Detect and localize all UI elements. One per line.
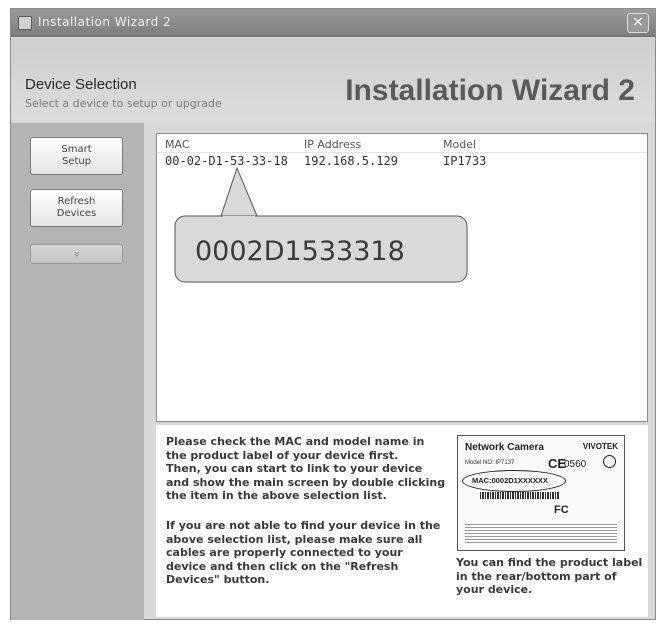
device-list[interactable]: MAC IP Address Model 00-02-D1-53-33-18 1… [156,133,648,422]
label-brand: VIVOTEK [582,442,618,451]
sidebar: Smart Setup Refresh Devices » [11,123,144,620]
refresh-devices-button[interactable]: Refresh Devices [30,189,123,227]
mac-callout: 0002D1533318 [174,166,468,283]
info-panel: Please check the MAC and model name in t… [156,425,648,617]
section-title: Device Selection [25,76,137,93]
callout-mac-text: 0002D1533318 [195,236,405,267]
section-subtitle: Select a device to setup or upgrade [25,97,222,110]
refresh-devices-label: Refresh Devices [56,196,97,219]
label-fine-print [465,522,617,544]
app-icon [18,16,32,30]
power-symbol-icon [603,455,616,468]
smart-setup-button[interactable]: Smart Setup [30,137,123,175]
installation-wizard-window: Installation Wizard 2 × Device Selection… [10,8,656,620]
ce-number: 0560 [564,459,587,470]
label-title: Network Camera [465,442,544,453]
instruction-paragraph-1: Please check the MAC and model name in t… [166,435,446,502]
product-label-image: Network Camera VIVOTEK Model NO: IP7137 … [457,435,625,551]
expand-button[interactable]: » [30,244,123,264]
window-title: Installation Wizard 2 [38,15,172,29]
callout-pointer [220,166,258,217]
label-mac: MAC:0002D1XXXXXX [472,476,548,485]
instruction-paragraph-2: If you are not able to find your device … [166,519,441,586]
close-button[interactable]: × [627,13,649,33]
chevron-down-icon: » [71,250,83,258]
wizard-header: Device Selection Select a device to setu… [11,38,655,122]
wizard-brand-title: Installation Wizard 2 [345,74,635,107]
label-caption: You can find the product label in the re… [456,556,643,596]
fc-mark: FC [554,504,569,516]
label-model: Model NO: IP7137 [465,460,515,466]
smart-setup-label: Smart Setup [61,144,92,167]
title-bar: Installation Wizard 2 × [11,9,655,37]
barcode [480,492,560,499]
